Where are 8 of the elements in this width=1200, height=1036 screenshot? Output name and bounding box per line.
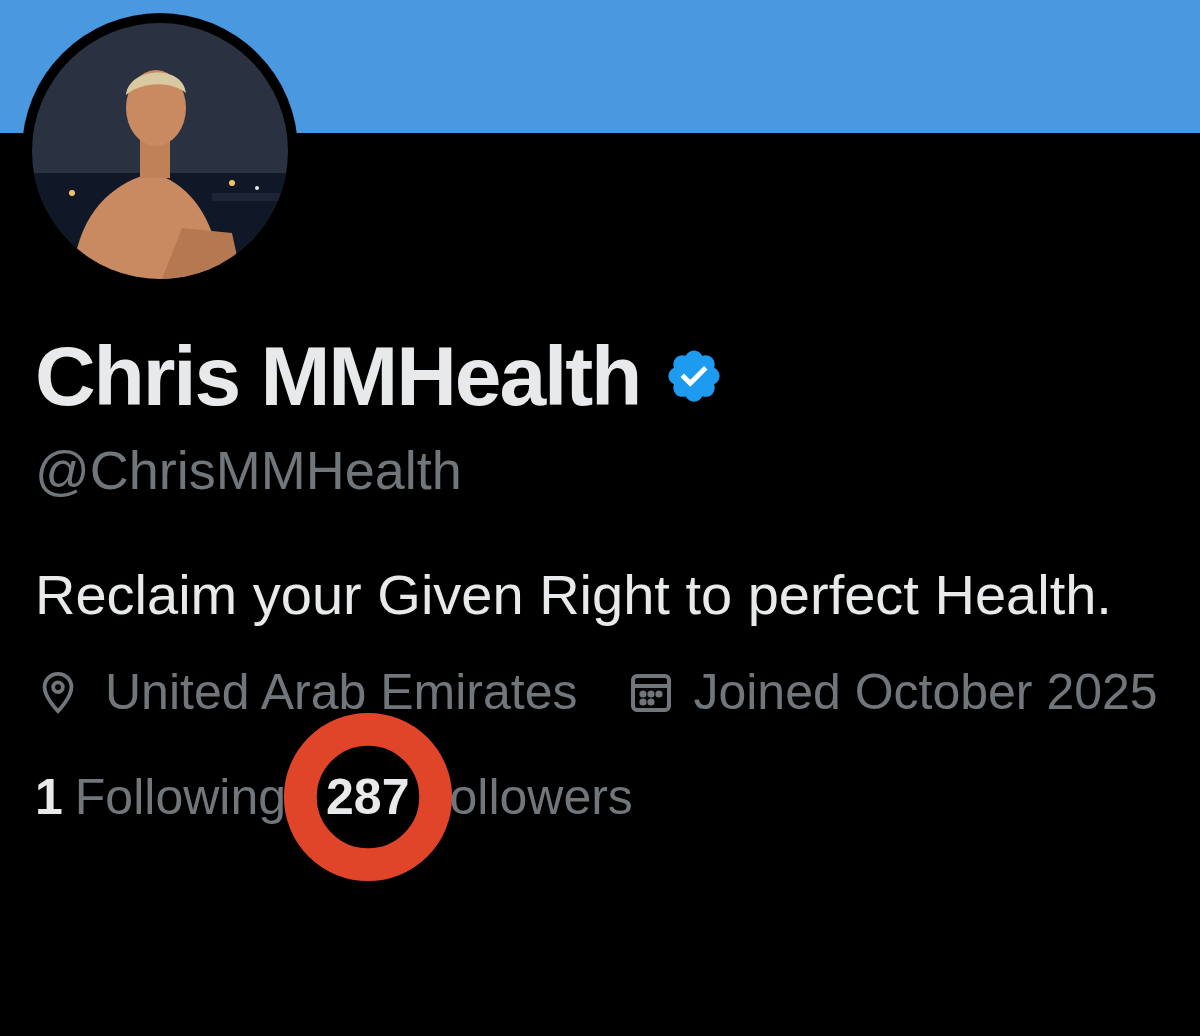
profile-handle: @ChrisMMHealth <box>35 443 463 497</box>
stat-label[interactable]: Following <box>74 772 287 822</box>
stat-label[interactable]: ollowers <box>449 772 633 822</box>
location-text: United Arab Emirates <box>105 667 578 717</box>
stat-count: 1 <box>35 769 63 825</box>
profile-name: Chris MMHealth <box>35 334 641 418</box>
stat-count: 287 <box>326 769 410 825</box>
joined-date-text: Joined October 2025 <box>693 667 1158 717</box>
